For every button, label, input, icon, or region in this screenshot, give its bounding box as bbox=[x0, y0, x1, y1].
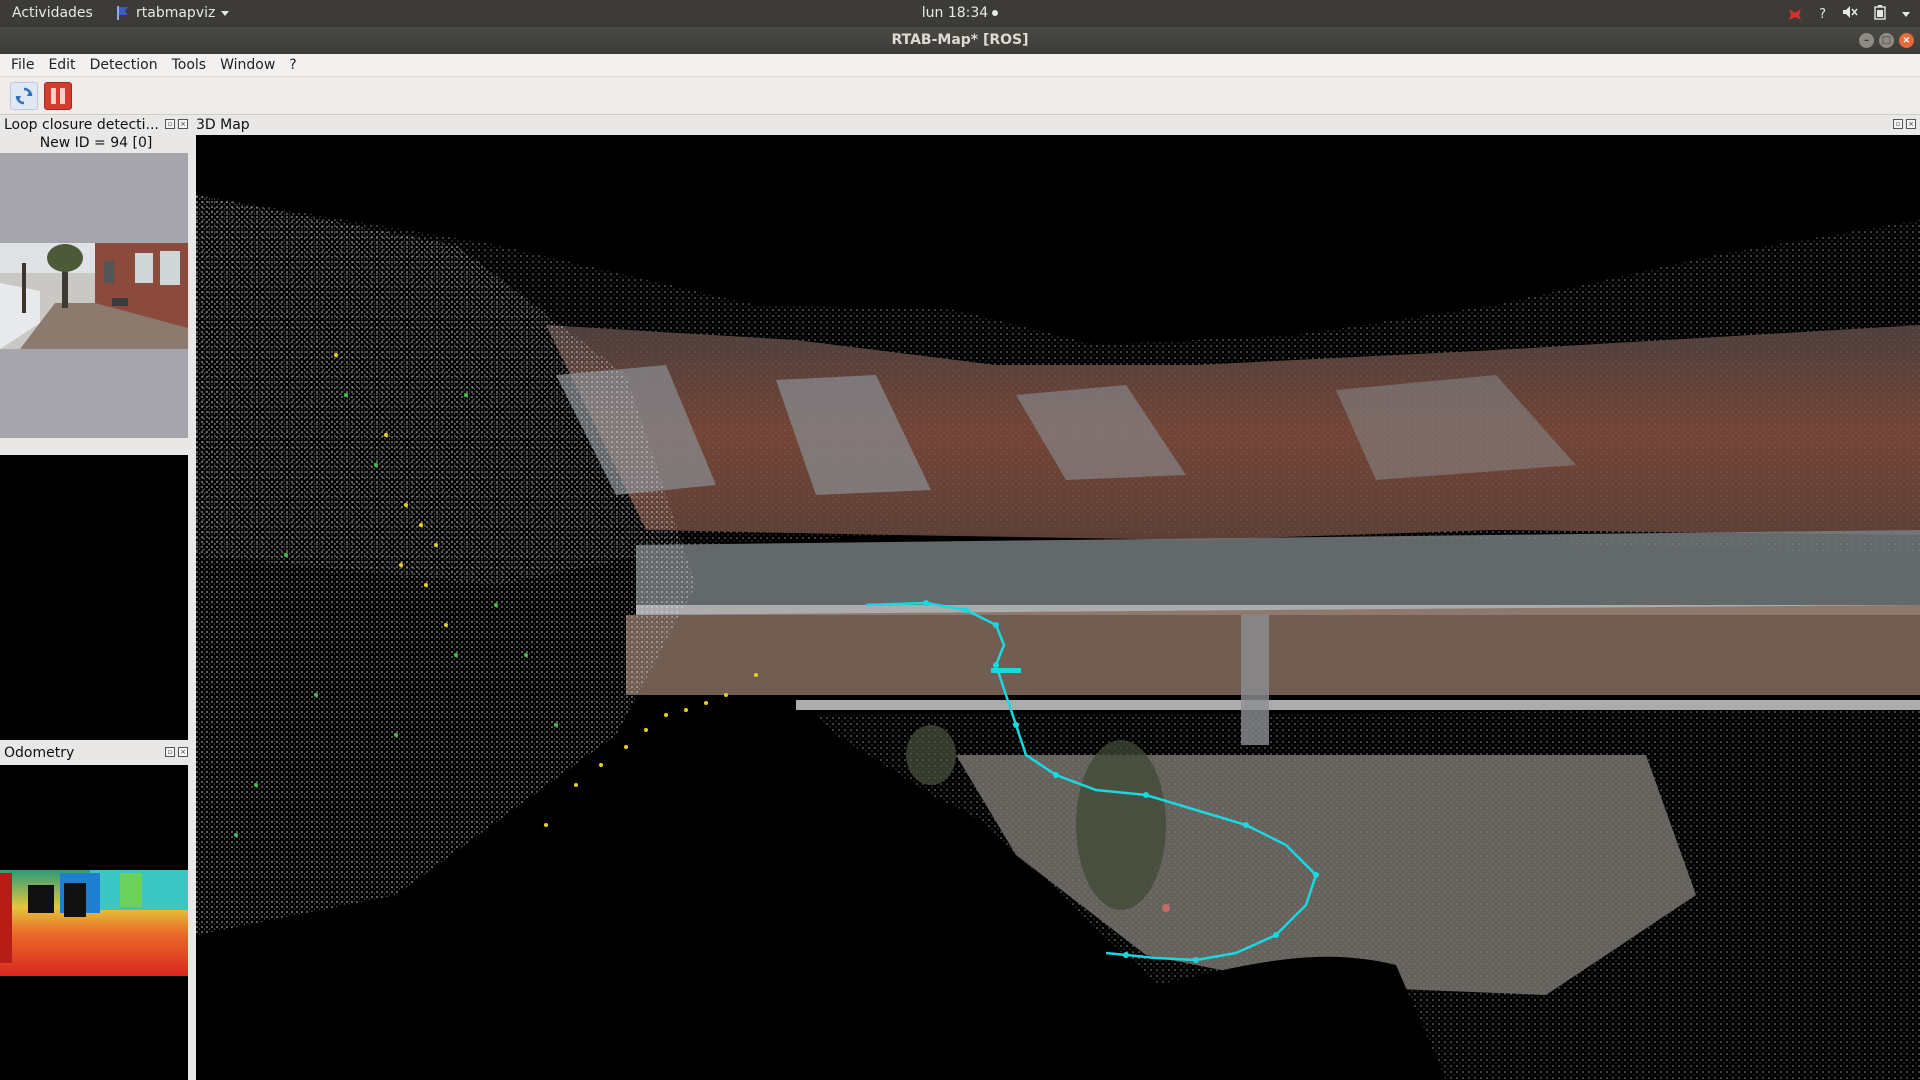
current-pose-marker bbox=[991, 668, 1021, 673]
clock[interactable]: lun 18:34 bbox=[922, 5, 988, 21]
tray-app-icon[interactable] bbox=[1787, 6, 1803, 22]
dock-float-icon[interactable]: ▫ bbox=[165, 747, 175, 757]
odometry-view bbox=[0, 765, 188, 1080]
dock-float-icon[interactable]: ▫ bbox=[1893, 119, 1903, 129]
left-dock-area: Loop closure detecti... ▫ × New ID = 94 … bbox=[0, 115, 192, 1080]
chevron-down-icon bbox=[221, 10, 230, 16]
depth-image bbox=[0, 870, 188, 976]
menu-edit[interactable]: Edit bbox=[41, 54, 82, 76]
system-menu-chevron-icon[interactable] bbox=[1902, 11, 1910, 17]
app-menu-label: rtabmapviz bbox=[136, 5, 216, 21]
maximize-button[interactable]: □ bbox=[1879, 33, 1894, 48]
dock-close-icon[interactable]: × bbox=[178, 119, 188, 129]
loop-closure-image-view bbox=[0, 153, 188, 438]
map-dock: 3D Map ▫ × bbox=[192, 115, 1920, 1080]
pause-button[interactable] bbox=[44, 82, 72, 110]
menu-help[interactable]: ? bbox=[282, 54, 303, 76]
map-dock-title: 3D Map bbox=[196, 117, 250, 133]
dock-float-icon[interactable]: ▫ bbox=[165, 119, 175, 129]
odometry-dock-header[interactable]: Odometry ▫ × bbox=[0, 743, 192, 763]
odometry-dock-title: Odometry bbox=[4, 745, 75, 761]
loop-closure-new-id: New ID = 94 [0] bbox=[39, 135, 153, 151]
menu-tools[interactable]: Tools bbox=[165, 54, 214, 76]
window-title: RTAB-Map* [ROS] bbox=[891, 32, 1029, 48]
street-camera-image bbox=[0, 243, 188, 349]
loop-closure-match-view bbox=[0, 455, 188, 740]
minimize-button[interactable]: – bbox=[1859, 33, 1874, 48]
notification-dot-icon bbox=[992, 10, 999, 16]
point-cloud-render bbox=[196, 195, 1920, 1080]
battery-icon[interactable] bbox=[1874, 4, 1886, 24]
help-icon[interactable]: ? bbox=[1819, 7, 1826, 22]
activities-button[interactable]: Actividades bbox=[12, 5, 93, 21]
refresh-icon bbox=[15, 87, 33, 105]
menu-file[interactable]: File bbox=[4, 54, 41, 76]
volume-icon[interactable] bbox=[1842, 5, 1858, 23]
dock-close-icon[interactable]: × bbox=[1906, 119, 1916, 129]
map-dock-header[interactable]: 3D Map ▫ × bbox=[192, 115, 1920, 135]
rtabmap-app-icon bbox=[117, 6, 128, 20]
toolbar bbox=[0, 77, 1920, 115]
system-top-bar: Actividades rtabmapviz lun 18:34 ? bbox=[0, 0, 1920, 27]
menu-detection[interactable]: Detection bbox=[83, 54, 165, 76]
camera-pose-icon bbox=[1162, 904, 1170, 912]
3d-map-canvas[interactable] bbox=[196, 135, 1920, 1080]
menu-window[interactable]: Window bbox=[213, 54, 282, 76]
pause-icon bbox=[49, 88, 67, 104]
close-button[interactable]: × bbox=[1899, 33, 1914, 48]
loop-closure-dock-header[interactable]: Loop closure detecti... ▫ × bbox=[0, 115, 192, 135]
loop-closure-dock-title: Loop closure detecti... bbox=[4, 117, 159, 133]
refresh-button[interactable] bbox=[10, 82, 38, 110]
dock-close-icon[interactable]: × bbox=[178, 747, 188, 757]
window-title-bar: RTAB-Map* [ROS] – □ × bbox=[0, 27, 1920, 54]
menu-bar: File Edit Detection Tools Window ? bbox=[0, 54, 1920, 77]
app-menu[interactable]: rtabmapviz bbox=[116, 5, 230, 21]
